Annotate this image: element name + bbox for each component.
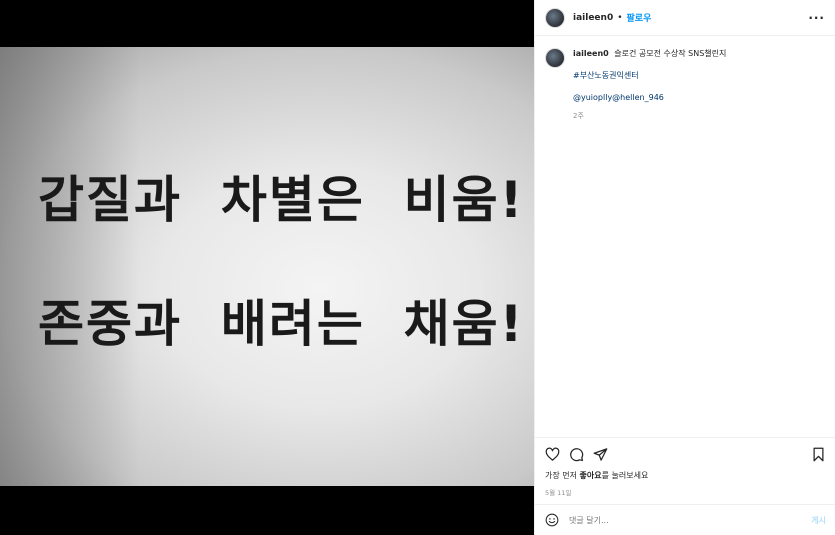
caption-text: 슬로건 공모전 수상작 SNS챌린지 (614, 49, 727, 58)
caption-time: 2주 (573, 112, 584, 120)
header-username[interactable]: iaileen0 (573, 13, 613, 23)
bookmark-icon[interactable] (811, 447, 826, 462)
post-header: iaileen0 • 팔로우 ··· (535, 0, 835, 36)
smiley-icon[interactable] (545, 513, 559, 527)
follow-button[interactable]: 팔로우 (627, 11, 652, 24)
caption-username[interactable]: iaileen0 (573, 49, 609, 58)
paper-plane-icon[interactable] (593, 447, 608, 462)
comment-icon[interactable] (569, 447, 584, 462)
photo-text-line-1: 갑질과 차별은 비움! (38, 171, 525, 229)
post-photo[interactable]: 갑질과 차별은 비움! 존중과 배려는 채움! (0, 47, 534, 486)
more-options-icon[interactable]: ··· (808, 11, 825, 25)
avatar[interactable] (545, 7, 565, 28)
likes-suffix: 를 눌러보세요 (601, 471, 649, 480)
post-date: 5월 11일 (545, 489, 572, 497)
likes-link[interactable]: 좋아요 (580, 471, 602, 480)
likes-line: 가장 먼저 좋아요를 눌러보세요 (535, 470, 835, 481)
heart-icon[interactable] (545, 447, 560, 462)
comment-input[interactable] (569, 515, 812, 525)
actions-block: 가장 먼저 좋아요를 눌러보세요 5월 11일 (535, 437, 835, 497)
caption-body: iaileen0 슬로건 공모전 수상작 SNS챌린지 #부산노동권익센터 @y… (573, 48, 726, 122)
likes-prefix: 가장 먼저 (545, 471, 580, 480)
post-side-panel: iaileen0 • 팔로우 ··· iaileen0 슬로건 공모전 수상작 … (534, 0, 835, 535)
comment-bar: 게시 (535, 504, 835, 535)
action-bar (535, 438, 835, 470)
caption-avatar[interactable] (545, 48, 565, 68)
caption-area: iaileen0 슬로건 공모전 수상작 SNS챌린지 #부산노동권익센터 @y… (535, 36, 835, 436)
photo-text-line-2: 존중과 배려는 채움! (38, 295, 525, 353)
caption-row: iaileen0 슬로건 공모전 수상작 SNS챌린지 #부산노동권익센터 @y… (545, 48, 825, 122)
caption-hashtag[interactable]: #부산노동권익센터 (573, 70, 726, 81)
header-separator: • (617, 12, 623, 23)
post-comment-button[interactable]: 게시 (811, 515, 826, 526)
caption-mentions[interactable]: @yuioplly@hellen_946 (573, 92, 726, 103)
post-media-panel: 갑질과 차별은 비움! 존중과 배려는 채움! (0, 0, 534, 535)
